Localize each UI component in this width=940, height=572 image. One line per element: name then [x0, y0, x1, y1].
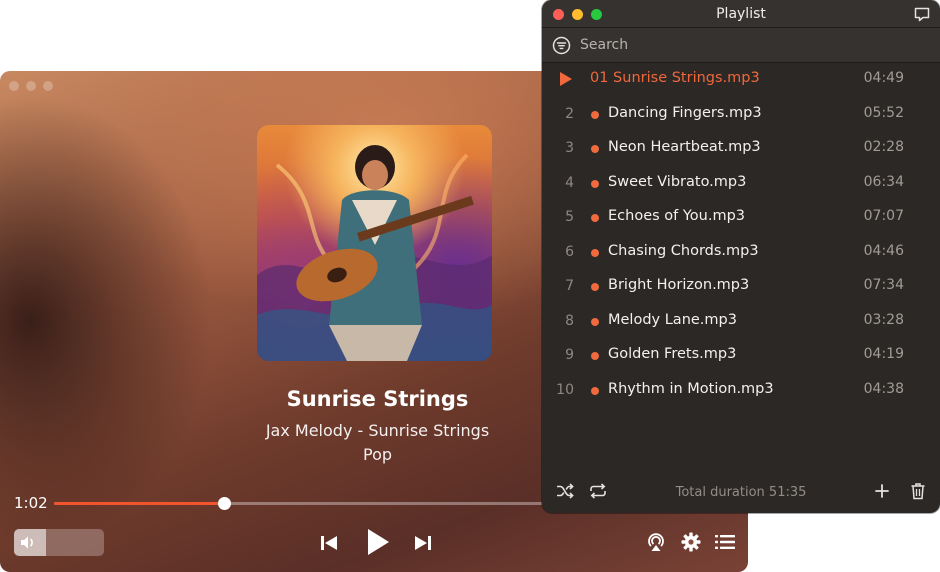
chat-icon	[914, 7, 930, 22]
track-row[interactable]: 6 Chasing Chords.mp3 04:46	[542, 236, 940, 270]
track-dot	[591, 283, 599, 291]
airplay-button[interactable]	[645, 531, 667, 553]
airplay-icon	[648, 533, 664, 551]
track-duration: 04:19	[863, 346, 904, 362]
track-duration: 04:49	[863, 70, 904, 86]
track-number: 9	[565, 347, 574, 363]
seek-knob[interactable]	[218, 497, 231, 510]
track-dot	[591, 110, 599, 119]
track-row[interactable]: 10 Rhythm in Motion.mp3 04:38	[542, 374, 940, 408]
previous-button[interactable]	[316, 530, 342, 556]
track-duration: 06:34	[863, 173, 904, 190]
track-duration: 04:38	[863, 380, 904, 397]
elapsed-time: 1:02	[14, 494, 48, 512]
player-close-dot[interactable]	[9, 81, 19, 91]
playlist-button[interactable]	[714, 531, 736, 553]
delete-track-button[interactable]	[910, 482, 926, 504]
track-name: Melody Lane.mp3	[608, 311, 737, 328]
track-row-active[interactable]: 01 Sunrise Strings.mp3 04:49	[542, 63, 940, 97]
track-duration: 07:34	[863, 277, 904, 293]
track-row[interactable]: 2 Dancing Fingers.mp3 05:52	[542, 98, 940, 132]
seek-bar-progress	[54, 502, 224, 505]
track-name: Chasing Chords.mp3	[608, 242, 759, 259]
track-dot	[591, 179, 599, 188]
track-number: 2	[565, 105, 574, 122]
track-row[interactable]: 9 Golden Frets.mp3 04:19	[542, 339, 940, 373]
next-button[interactable]	[410, 530, 436, 556]
track-duration: 04:46	[863, 242, 904, 259]
next-icon	[415, 536, 431, 550]
player-minimize-dot[interactable]	[26, 81, 36, 91]
track-number: 5	[565, 209, 574, 225]
track-dot	[591, 214, 599, 222]
add-icon	[875, 484, 889, 498]
track-number: 7	[565, 278, 574, 294]
settings-button[interactable]	[680, 531, 702, 553]
track-dot	[591, 352, 599, 360]
track-dot	[591, 386, 599, 395]
album-art-illustration	[257, 145, 492, 361]
track-row[interactable]: 8 Melody Lane.mp3 03:28	[542, 305, 940, 339]
add-track-button[interactable]	[874, 483, 890, 503]
track-name: Rhythm in Motion.mp3	[608, 380, 774, 397]
track-duration: 03:28	[863, 311, 904, 328]
player-window-controls	[9, 81, 53, 91]
playlist-window: Playlist Search 01 Sunrise Strings.mp3 04…	[542, 0, 940, 513]
track-number: 6	[565, 243, 574, 260]
track-name: Sweet Vibrato.mp3	[608, 173, 747, 190]
gear-icon	[681, 532, 701, 552]
play-icon	[368, 529, 389, 555]
play-button[interactable]	[362, 526, 394, 558]
trash-icon	[911, 483, 925, 500]
track-name: Bright Horizon.mp3	[608, 277, 750, 293]
previous-icon	[321, 536, 337, 550]
search-bar[interactable]: Search	[542, 28, 940, 63]
volume-icon	[21, 536, 33, 549]
filter-icon	[552, 36, 571, 55]
playlist-title: Playlist	[716, 6, 766, 22]
track-row[interactable]: 5 Echoes of You.mp3 07:07	[542, 201, 940, 235]
track-row[interactable]: 4 Sweet Vibrato.mp3 06:34	[542, 167, 940, 201]
track-name: Echoes of You.mp3	[608, 208, 746, 224]
track-duration: 02:28	[863, 139, 904, 155]
track-name: Dancing Fingers.mp3	[608, 104, 762, 121]
track-dot	[591, 248, 599, 257]
seek-bar[interactable]	[54, 497, 554, 510]
track-row[interactable]: 7 Bright Horizon.mp3 07:34	[542, 270, 940, 304]
track-dot	[591, 317, 599, 326]
play-icon	[560, 72, 572, 86]
volume-slider[interactable]	[14, 529, 104, 556]
track-row[interactable]: 3 Neon Heartbeat.mp3 02:28	[542, 132, 940, 166]
track-duration: 07:07	[863, 208, 904, 224]
list-icon	[715, 535, 735, 549]
chat-button[interactable]	[914, 7, 930, 26]
track-name: 01 Sunrise Strings.mp3	[590, 70, 760, 86]
playlist-titlebar: Playlist	[542, 0, 940, 28]
track-number: 8	[565, 312, 574, 329]
album-cover	[257, 125, 492, 361]
track-number: 4	[565, 174, 574, 191]
playlist-footer: Total duration 51:35	[542, 470, 940, 513]
search-input[interactable]: Search	[580, 37, 628, 53]
track-name: Golden Frets.mp3	[608, 346, 737, 362]
track-duration: 05:52	[863, 104, 904, 121]
player-zoom-dot[interactable]	[43, 81, 53, 91]
track-dot	[591, 145, 599, 153]
track-number: 3	[565, 140, 574, 156]
track-number: 10	[556, 381, 574, 398]
track-name: Neon Heartbeat.mp3	[608, 139, 761, 155]
